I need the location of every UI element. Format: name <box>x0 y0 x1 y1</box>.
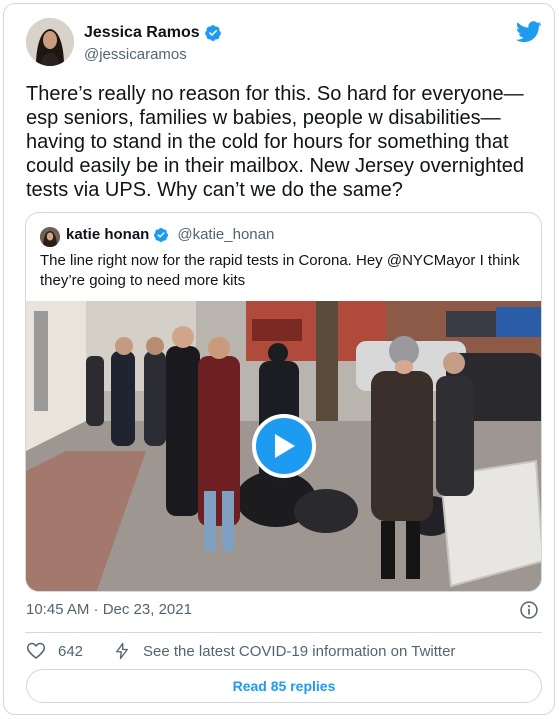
covid-info-link[interactable]: See the latest COVID-19 information on T… <box>143 643 455 660</box>
author-name-row: Jessica Ramos <box>84 24 222 42</box>
tweet-embed-card: Jessica Ramos @jessicaramos There’s real… <box>3 3 555 715</box>
heart-icon[interactable] <box>26 641 46 661</box>
quoted-tweet[interactable]: katie honan @katie_honan The line right … <box>25 212 542 592</box>
verified-badge-icon <box>204 25 221 41</box>
author-display-name[interactable]: Jessica Ramos <box>84 24 200 42</box>
play-button[interactable] <box>252 414 316 478</box>
tweet-timestamp[interactable]: 10:45 AM · Dec 23, 2021 <box>26 601 192 618</box>
quoted-handle[interactable]: @katie_honan <box>177 226 274 243</box>
quoted-tweet-text: The line right now for the rapid tests i… <box>40 252 520 289</box>
quoted-display-name[interactable]: katie honan <box>66 226 149 243</box>
like-count[interactable]: 642 <box>58 643 83 660</box>
info-icon[interactable] <box>519 600 539 620</box>
author-handle[interactable]: @jessicaramos <box>84 46 187 63</box>
read-replies-button[interactable]: Read 85 replies <box>26 669 542 703</box>
tweet-text: There’s really no reason for this. So ha… <box>26 83 530 201</box>
play-icon <box>275 434 295 458</box>
author-avatar[interactable] <box>26 18 74 66</box>
lightning-bolt-icon <box>116 642 128 660</box>
quoted-video[interactable] <box>26 301 541 591</box>
divider <box>25 632 542 633</box>
quoted-author-avatar <box>40 227 60 247</box>
twitter-bird-icon[interactable] <box>516 21 542 43</box>
quoted-name-row: katie honan @katie_honan <box>66 226 274 243</box>
quoted-verified-badge-icon <box>154 227 169 242</box>
actions-row: 642 See the latest COVID-19 information … <box>26 641 455 661</box>
